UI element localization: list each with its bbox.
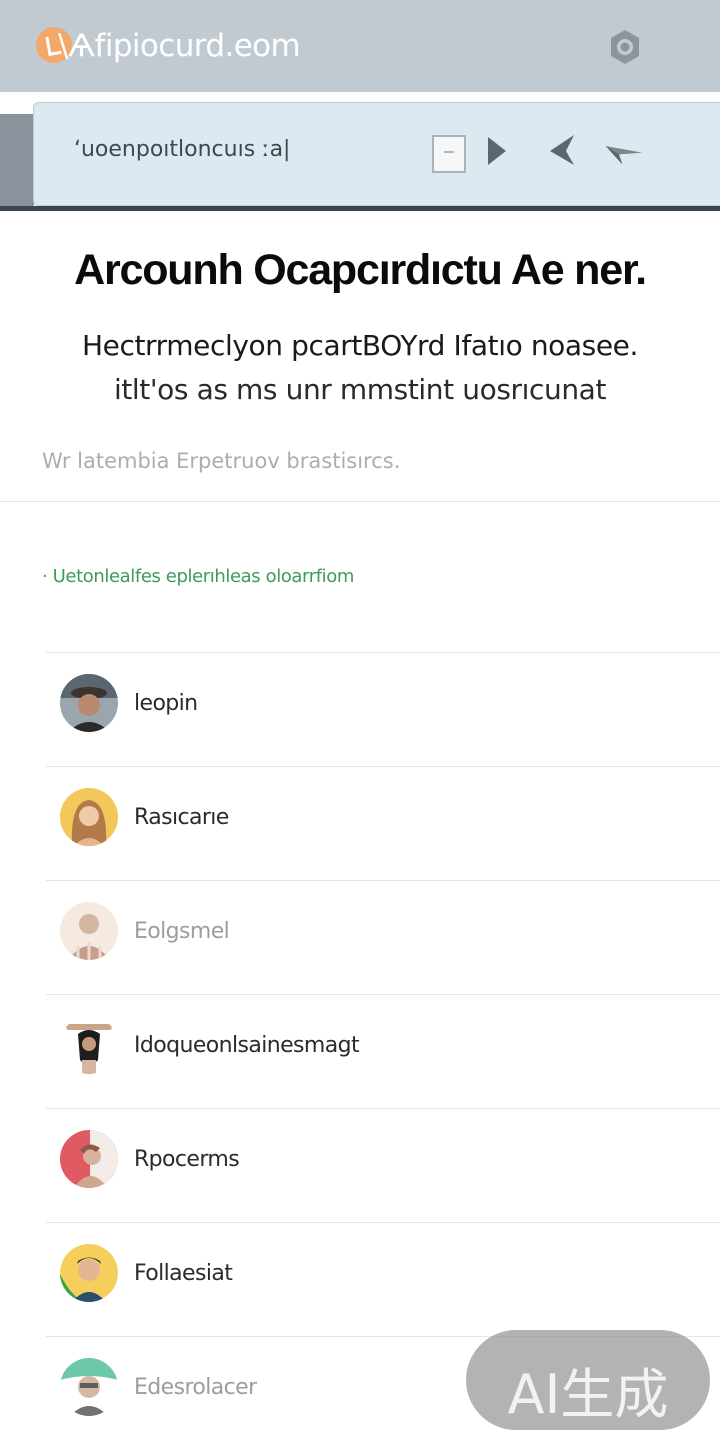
- hint-text: Wr latembia Erpetruov brastisırcs.: [42, 449, 401, 473]
- avatar: [60, 1244, 118, 1302]
- contact-row[interactable]: Rpocerms: [46, 1108, 720, 1222]
- avatar: [60, 674, 118, 732]
- page-title: Arcounh Ocapcırdıctu Ae ner.: [74, 246, 647, 294]
- contact-row[interactable]: leopin: [46, 652, 720, 766]
- back-icon[interactable]: [542, 131, 582, 171]
- avatar: [60, 1130, 118, 1188]
- subtitle-line-1: Hectrrmeclyon pcartBOYrd Ifatıo noasee.: [82, 329, 638, 362]
- search-toolbar: [33, 102, 720, 206]
- search-input[interactable]: [74, 137, 404, 162]
- send-icon[interactable]: [604, 131, 644, 171]
- section-divider: [0, 501, 720, 502]
- contact-row[interactable]: Rasıcarıe: [46, 766, 720, 880]
- contact-name: Follaesiat: [134, 1261, 233, 1286]
- avatar: [60, 902, 118, 960]
- section-link[interactable]: · Uetonlealfes eplerıhleas oloarrfiom: [42, 566, 354, 587]
- avatar: [60, 1358, 118, 1416]
- contact-row[interactable]: Eolgsmel: [46, 880, 720, 994]
- watermark-text: AI生成: [507, 1363, 669, 1426]
- checkbox-icon[interactable]: [432, 135, 466, 173]
- toolbar-shadow: [0, 206, 720, 211]
- ai-watermark: AI生成: [466, 1330, 710, 1430]
- app-bar: \Ѧfipiocurd.eom: [0, 0, 720, 92]
- contact-name: leopin: [134, 691, 198, 716]
- contact-name: Rpocerms: [134, 1147, 240, 1172]
- settings-icon[interactable]: [608, 28, 642, 66]
- contact-name: Rasıcarıe: [134, 805, 229, 830]
- contact-name: Edesrolacer: [134, 1375, 257, 1400]
- contact-row[interactable]: Idoqueonlsainesmagt: [46, 994, 720, 1108]
- subtitle-line-2: itlt'os as ms unr mmstint uosrıcunat: [113, 373, 607, 406]
- contact-name: Eolgsmel: [134, 919, 230, 944]
- contact-name: Idoqueonlsainesmagt: [134, 1033, 360, 1058]
- contact-row[interactable]: Follaesiat: [46, 1222, 720, 1336]
- avatar: [60, 788, 118, 846]
- site-title[interactable]: \Ѧfipiocurd.eom: [58, 28, 301, 64]
- side-strip: [0, 114, 34, 210]
- play-icon[interactable]: [482, 131, 522, 171]
- avatar: [60, 1016, 118, 1074]
